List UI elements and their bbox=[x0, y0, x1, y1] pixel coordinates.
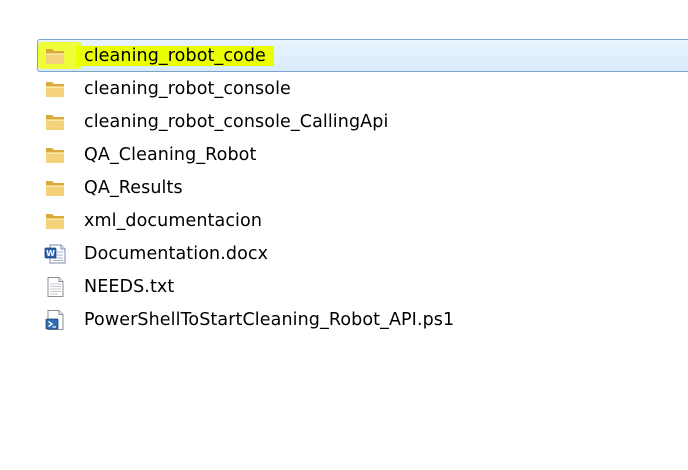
file-name: cleaning_robot_code bbox=[76, 46, 274, 66]
file-item-cleaning-robot-code[interactable]: cleaning_robot_code bbox=[37, 39, 688, 72]
folder-icon bbox=[46, 148, 64, 163]
folder-icon bbox=[46, 115, 64, 130]
folder-icon bbox=[46, 49, 64, 64]
file-name: QA_Results bbox=[84, 178, 183, 198]
file-item-xml-documentacion[interactable]: xml_documentacion bbox=[37, 204, 688, 237]
folder-icon bbox=[46, 181, 64, 196]
file-item-needs-txt[interactable]: NEEDS.txt bbox=[37, 270, 688, 303]
file-name: cleaning_robot_console_CallingApi bbox=[84, 112, 389, 132]
file-name: Documentation.docx bbox=[84, 244, 269, 264]
folder-icon bbox=[46, 82, 64, 97]
file-list: cleaning_robot_code cleaning_robot_conso… bbox=[37, 39, 688, 419]
svg-text:W: W bbox=[46, 249, 55, 258]
word-document-icon: W bbox=[44, 244, 66, 264]
file-name: cleaning_robot_console bbox=[84, 79, 291, 99]
file-item-qa-results[interactable]: QA_Results bbox=[37, 171, 688, 204]
file-name: QA_Cleaning_Robot bbox=[84, 145, 257, 165]
file-item-qa-cleaning-robot[interactable]: QA_Cleaning_Robot bbox=[37, 138, 688, 171]
file-name: PowerShellToStartCleaning_Robot_API.ps1 bbox=[84, 310, 455, 330]
file-item-cleaning-robot-console-callingapi[interactable]: cleaning_robot_console_CallingApi bbox=[37, 105, 688, 138]
powershell-script-icon bbox=[45, 310, 64, 330]
file-item-documentation-docx[interactable]: W Documentation.docx bbox=[37, 237, 688, 270]
file-item-powershell-script[interactable]: PowerShellToStartCleaning_Robot_API.ps1 bbox=[37, 303, 688, 336]
file-item-cleaning-robot-console[interactable]: cleaning_robot_console bbox=[37, 72, 688, 105]
file-name: NEEDS.txt bbox=[84, 277, 175, 297]
text-file-icon bbox=[47, 277, 64, 297]
file-name: xml_documentacion bbox=[84, 211, 263, 231]
folder-icon bbox=[46, 214, 64, 229]
